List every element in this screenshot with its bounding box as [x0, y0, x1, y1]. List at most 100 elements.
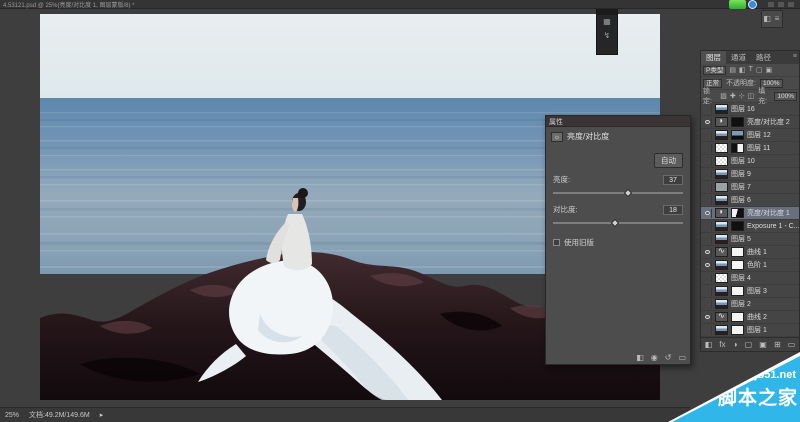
brightness-slider-thumb[interactable]: [624, 189, 632, 197]
visibility-toggle[interactable]: [703, 300, 712, 309]
add-mask-icon[interactable]: ◑: [733, 339, 738, 351]
lock-icon-3[interactable]: ◫: [748, 92, 755, 100]
layer-row[interactable]: 亮度/对比度 1: [701, 207, 799, 220]
layer-thumbnail[interactable]: [715, 221, 728, 231]
layer-mask-thumbnail[interactable]: [731, 286, 744, 296]
layer-mask-thumbnail[interactable]: [731, 312, 744, 322]
layer-thumbnail[interactable]: [715, 286, 728, 296]
layer-thumbnail[interactable]: [715, 169, 728, 179]
layer-name[interactable]: 图层 3: [747, 286, 767, 296]
brightness-value-field[interactable]: 37: [663, 175, 683, 185]
contrast-value-field[interactable]: 18: [663, 205, 683, 215]
layer-name[interactable]: 图层 4: [731, 273, 751, 283]
notification-overlay-icon[interactable]: [748, 0, 757, 9]
layer-row[interactable]: Exposure 1 - C...: [701, 220, 799, 233]
layer-name[interactable]: 图层 5: [731, 234, 751, 244]
visibility-toggle[interactable]: [703, 287, 712, 296]
visibility-toggle[interactable]: [703, 248, 712, 257]
mini-tool-icon-1[interactable]: ▦: [597, 15, 617, 29]
layer-mask-thumbnail[interactable]: [731, 247, 744, 257]
visibility-toggle[interactable]: [703, 105, 712, 114]
visibility-toggle[interactable]: [703, 222, 712, 231]
layer-mask-thumbnail[interactable]: [731, 325, 744, 335]
zoom-level-field[interactable]: 25%: [5, 412, 19, 419]
layer-name[interactable]: 图层 10: [731, 156, 755, 166]
layer-row[interactable]: 图层 4: [701, 272, 799, 285]
collapsed-panel-icon-1[interactable]: ◧: [762, 11, 772, 27]
layer-thumbnail[interactable]: [715, 208, 728, 218]
layer-row[interactable]: 亮度/对比度 2: [701, 116, 799, 129]
layer-mask-thumbnail[interactable]: [731, 143, 744, 153]
layer-row[interactable]: 图层 3: [701, 285, 799, 298]
properties-panel-title[interactable]: 属性: [546, 116, 690, 127]
layer-mask-thumbnail[interactable]: [731, 130, 744, 140]
visibility-toggle[interactable]: [703, 313, 712, 322]
layer-name[interactable]: 图层 9: [731, 169, 751, 179]
layer-name[interactable]: 图层 16: [731, 104, 755, 114]
layer-row[interactable]: 图层 6: [701, 194, 799, 207]
layer-filter-select[interactable]: P类型: [703, 66, 726, 75]
lock-icon-1[interactable]: ✚: [730, 92, 736, 100]
brightness-slider[interactable]: [553, 188, 683, 198]
layer-name[interactable]: 亮度/对比度 1: [747, 208, 790, 218]
mini-tool-icon-2[interactable]: ↯: [597, 29, 617, 43]
layer-row[interactable]: 图层 12: [701, 129, 799, 142]
layer-name[interactable]: 图层 7: [731, 182, 751, 192]
layer-row[interactable]: 图层 5: [701, 233, 799, 246]
layer-name[interactable]: 图层 12: [747, 130, 771, 140]
layer-thumbnail[interactable]: [715, 182, 728, 192]
layer-name[interactable]: 曲线 2: [747, 312, 767, 322]
properties-footer-icon-2[interactable]: ↺: [665, 353, 672, 362]
minimize-button[interactable]: [768, 2, 774, 7]
layer-mask-thumbnail[interactable]: [731, 221, 744, 231]
layer-thumbnail[interactable]: [715, 312, 728, 322]
status-expander-icon[interactable]: ▸: [100, 411, 104, 419]
layer-row[interactable]: 图层 11: [701, 142, 799, 155]
tab-图层[interactable]: 图层: [701, 51, 726, 64]
layer-row[interactable]: 图层 16: [701, 103, 799, 116]
layer-mask-thumbnail[interactable]: [731, 260, 744, 270]
lock-icon-2[interactable]: ⊹: [739, 92, 745, 100]
layer-row[interactable]: 图层 9: [701, 168, 799, 181]
panel-menu-icon[interactable]: ≡: [793, 51, 799, 64]
filter-icon-3[interactable]: ▢: [756, 66, 763, 74]
layer-thumbnail[interactable]: [715, 130, 728, 140]
new-adjustment-icon[interactable]: ▢: [745, 339, 753, 351]
layer-row[interactable]: 图层 1: [701, 324, 799, 337]
filter-icon-2[interactable]: T: [749, 66, 753, 74]
fill-value[interactable]: 100%: [774, 92, 797, 101]
visibility-toggle[interactable]: [703, 261, 712, 270]
layer-mask-thumbnail[interactable]: [731, 117, 744, 127]
layer-thumbnail[interactable]: [715, 234, 728, 244]
layer-row[interactable]: 图层 7: [701, 181, 799, 194]
layer-name[interactable]: 图层 11: [747, 143, 770, 153]
visibility-toggle[interactable]: [703, 157, 712, 166]
layer-thumbnail[interactable]: [715, 195, 728, 205]
link-layers-icon[interactable]: ◧: [705, 339, 713, 351]
layer-thumbnail[interactable]: [715, 299, 728, 309]
properties-footer-icon-1[interactable]: ◉: [651, 353, 658, 362]
visibility-toggle[interactable]: [703, 196, 712, 205]
layer-thumbnail[interactable]: [715, 273, 728, 283]
lock-icon-0[interactable]: ▨: [720, 92, 727, 100]
tab-通道[interactable]: 通道: [726, 51, 751, 64]
layer-style-icon[interactable]: fx: [719, 339, 725, 351]
layer-name[interactable]: 图层 1: [747, 325, 767, 335]
visibility-toggle[interactable]: [703, 170, 712, 179]
layer-thumbnail[interactable]: [715, 117, 728, 127]
visibility-toggle[interactable]: [703, 183, 712, 192]
layer-thumbnail[interactable]: [715, 247, 728, 257]
visibility-toggle[interactable]: [703, 144, 712, 153]
layer-name[interactable]: 色阶 1: [747, 260, 767, 270]
contrast-slider[interactable]: [553, 218, 683, 228]
layer-name[interactable]: 亮度/对比度 2: [747, 117, 790, 127]
messenger-overlay-icon[interactable]: [729, 0, 746, 9]
visibility-toggle[interactable]: [703, 326, 712, 335]
layer-name[interactable]: 曲线 1: [747, 247, 767, 257]
filter-icon-0[interactable]: ▤: [729, 66, 736, 74]
close-button[interactable]: [788, 2, 794, 7]
properties-footer-icon-3[interactable]: ▭: [678, 353, 686, 362]
delete-layer-icon[interactable]: ▭: [788, 339, 796, 351]
filter-icon-4[interactable]: ▣: [766, 66, 773, 74]
use-legacy-checkbox[interactable]: [553, 239, 560, 246]
